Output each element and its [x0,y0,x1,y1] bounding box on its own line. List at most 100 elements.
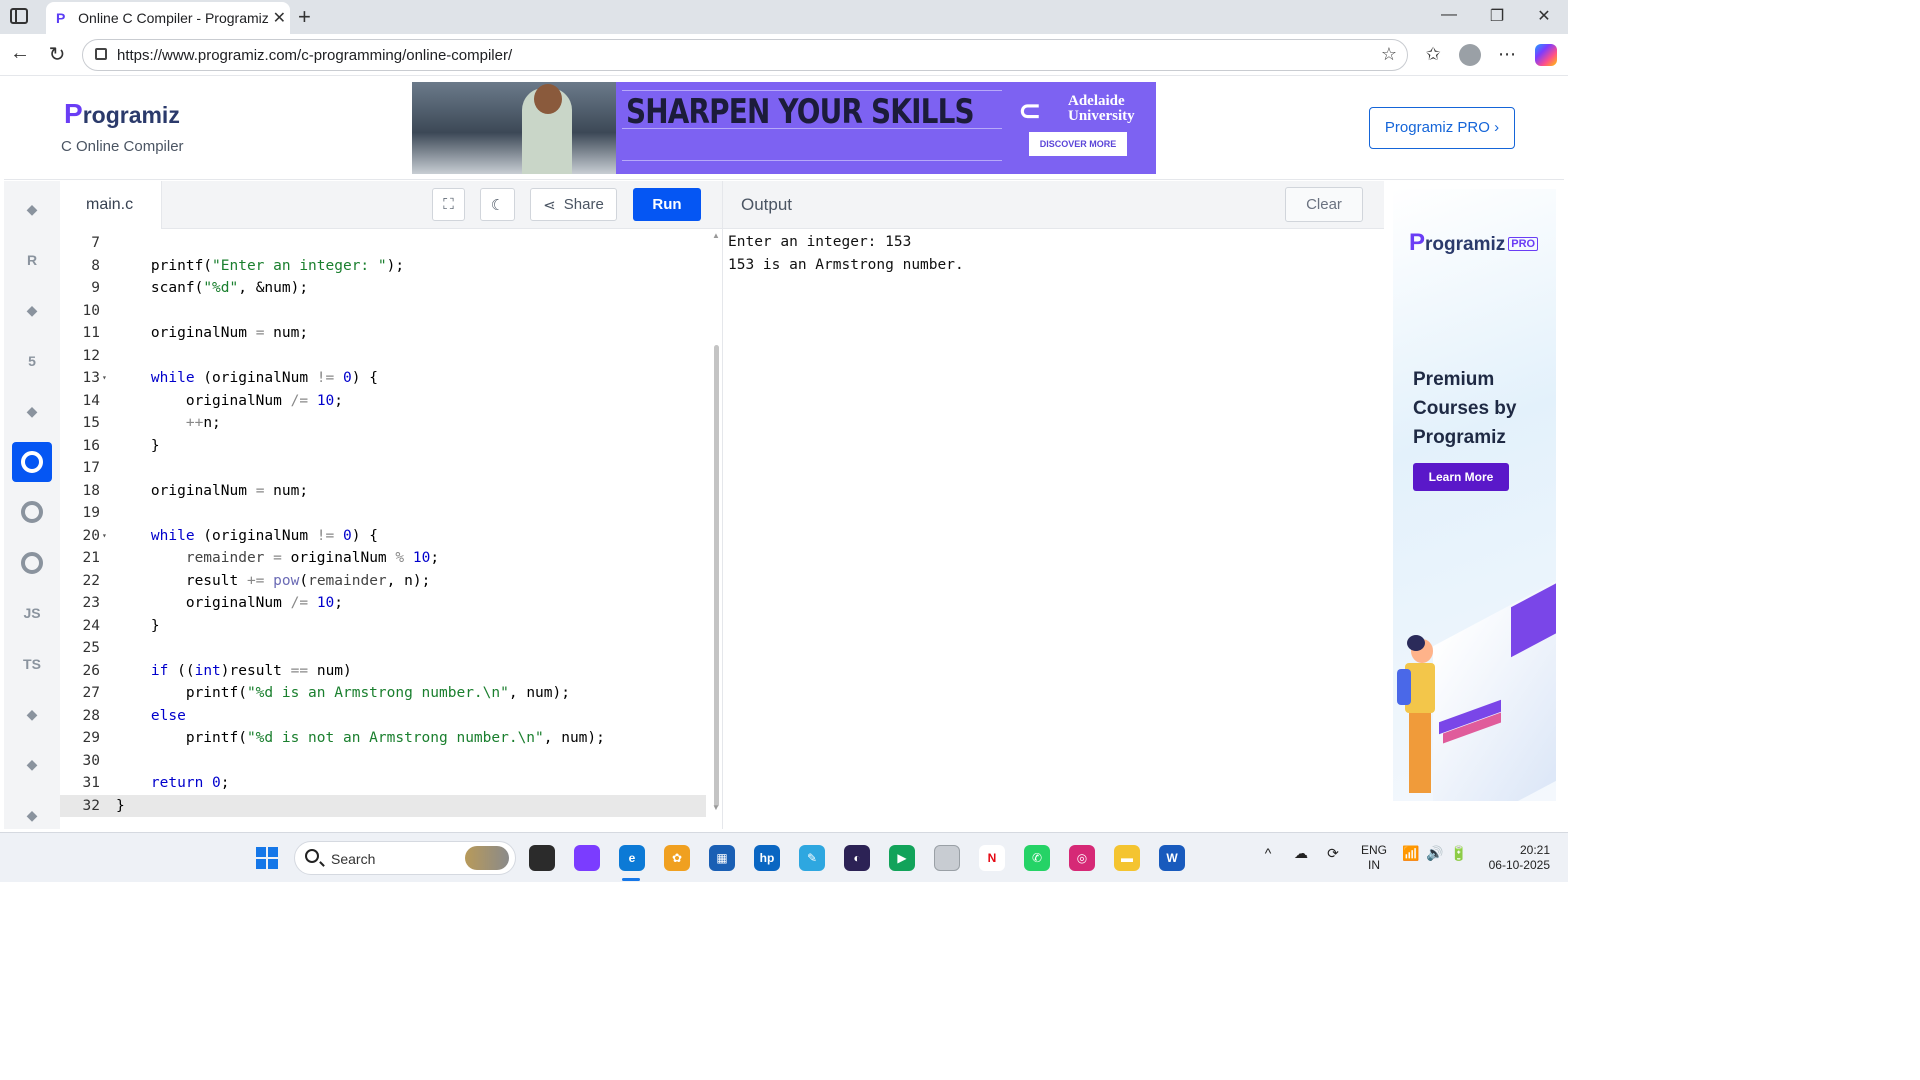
taskbar-file-icon[interactable] [934,845,960,871]
back-icon[interactable]: ← [8,42,32,65]
minimize-icon[interactable]: — [1437,6,1461,24]
taskbar-eclipse-icon[interactable]: ◐ [844,845,870,871]
code-line[interactable]: 24 } [60,615,706,638]
code-line[interactable]: 20 ▾ while (originalNum != 0) { [60,525,706,548]
ad-learn-more-button[interactable]: Learn More [1413,463,1509,491]
ad-banner[interactable]: SHARPEN YOUR SKILLS ⊂ Adelaide Universit… [412,82,1156,174]
share-button[interactable]: ⋖ Share [530,188,617,221]
scroll-up-icon[interactable]: ▲ [712,231,720,240]
programiz-pro-ad[interactable]: Programiz PRO Premium Courses by Programi… [1393,189,1556,801]
refresh-icon[interactable]: ↻ [45,42,69,67]
taskbar-whatsapp-icon[interactable]: ✆ [1024,845,1050,871]
fullscreen-button[interactable]: ⛶ [432,188,465,221]
sidebar-item-html[interactable]: 5 [12,341,52,381]
url-text[interactable]: https://www.programiz.com/c-programming/… [117,47,512,64]
sidebar-item-c[interactable] [12,441,52,482]
scroll-down-icon[interactable]: ▼ [712,803,720,812]
code-line[interactable]: 18 originalNum = num; [60,480,706,503]
code-line[interactable]: 26 if ((int)result == num) [60,660,706,683]
sidebar-item-js[interactable]: JS [12,593,52,633]
sidebar-item-cpp[interactable] [12,492,52,532]
taskbar-meet-icon[interactable]: ▶ [889,845,915,871]
banner-discover-button[interactable]: DISCOVER MORE [1029,132,1127,156]
sync-icon[interactable]: ⟳ [1322,845,1344,862]
code-line[interactable]: 31 return 0; [60,772,706,795]
code-line[interactable]: 7 [60,232,706,255]
taskbar-netflix-icon[interactable]: N [979,845,1005,871]
output-console[interactable]: Enter an integer: 153 153 is an Armstrong… [722,229,1384,829]
sidebar-item-python[interactable]: ◆ [12,189,52,229]
volume-icon[interactable]: 🔊 [1424,845,1446,862]
fold-toggle-icon[interactable]: ▾ [102,367,107,390]
code-line[interactable]: 25 [60,637,706,660]
taskbar-hp-icon[interactable]: hp [754,845,780,871]
editor-scrollbar-thumb[interactable] [714,345,719,807]
code-line[interactable]: 28 else [60,705,706,728]
code-line[interactable]: 10 [60,300,706,323]
windows-start-icon[interactable] [256,847,278,869]
onedrive-icon[interactable]: ☁ [1290,845,1312,862]
tab-close-icon[interactable]: ✕ [269,8,290,28]
taskbar-edge-icon[interactable]: e [619,845,645,871]
code-line[interactable]: 21 remainder = originalNum % 10; [60,547,706,570]
sidebar-item-r[interactable]: R [12,240,52,280]
code-line[interactable]: 16 } [60,435,706,458]
system-clock[interactable]: 20:21 06-10-2025 [1480,843,1550,873]
sidebar-item-sql[interactable]: ◆ [12,290,52,330]
code-line[interactable]: 11 originalNum = num; [60,322,706,345]
restore-icon[interactable]: ❐ [1485,6,1509,26]
programiz-pro-button[interactable]: Programiz PRO › [1369,107,1515,149]
sidebar-item-swift[interactable]: ◆ [12,745,52,785]
code-line[interactable]: 8 printf("Enter an integer: "); [60,255,706,278]
editor-scrollbar[interactable]: ▲ ▼ [712,229,722,829]
taskbar-task-view-icon[interactable] [529,845,555,871]
more-options-icon[interactable]: ⋯ [1495,44,1519,65]
code-line[interactable]: 9 scanf("%d", &num); [60,277,706,300]
favorites-icon[interactable]: ✩ [1421,44,1445,65]
fold-toggle-icon[interactable]: ▾ [102,525,107,548]
code-line[interactable]: 15 ++n; [60,412,706,435]
code-line[interactable]: 23 originalNum /= 10; [60,592,706,615]
file-tab-main-c[interactable]: main.c [60,181,162,229]
window-close-icon[interactable]: ✕ [1532,6,1556,26]
copilot-icon[interactable] [1535,44,1557,66]
taskbar-explorer-icon[interactable]: ▬ [1114,845,1140,871]
taskbar-bing-icon[interactable]: ✎ [799,845,825,871]
code-line[interactable]: 14 originalNum /= 10; [60,390,706,413]
programiz-logo[interactable]: Programiz [64,98,180,130]
taskbar-store-icon[interactable]: ▦ [709,845,735,871]
sidebar-item-go[interactable]: ◆ [12,694,52,734]
code-line[interactable]: 22 result += pow(remainder, n); [60,570,706,593]
code-line[interactable]: 19 [60,502,706,525]
sidebar-item-rust[interactable]: ◆ [12,795,52,835]
taskbar-search[interactable]: Search [294,841,516,875]
theme-toggle-button[interactable]: ☾ [480,188,515,221]
clear-button[interactable]: Clear [1285,187,1363,222]
site-info-icon[interactable] [95,48,107,60]
profile-avatar-icon[interactable] [1459,44,1481,66]
show-hidden-icons-icon[interactable]: ^ [1257,845,1279,861]
sidebar-item-ts[interactable]: TS [12,644,52,684]
taskbar-word-icon[interactable]: W [1159,845,1185,871]
tab-actions-icon[interactable] [10,8,28,24]
new-tab-icon[interactable]: + [298,4,311,30]
code-line[interactable]: 27 printf("%d is an Armstrong number.\n"… [60,682,706,705]
code-line[interactable]: 13 ▾ while (originalNum != 0) { [60,367,706,390]
code-line[interactable]: 17 [60,457,706,480]
code-line[interactable]: 30 [60,750,706,773]
wifi-icon[interactable]: 📶 [1400,845,1422,862]
code-line[interactable]: 29 printf("%d is not an Armstrong number… [60,727,706,750]
code-line[interactable]: 32} [60,794,706,817]
battery-icon[interactable]: 🔋 [1448,845,1470,862]
code-editor[interactable]: 78 printf("Enter an integer: "); 9 scanf(… [60,229,712,829]
browser-tab[interactable]: P Online C Compiler - Programiz ✕ [46,2,290,34]
taskbar-instagram-icon[interactable]: ◎ [1069,845,1095,871]
language-indicator[interactable]: ENG IN [1358,843,1390,873]
run-button[interactable]: Run [633,188,701,221]
code-line[interactable]: 12 [60,345,706,368]
address-bar[interactable]: https://www.programiz.com/c-programming/… [82,39,1408,71]
favorite-star-icon[interactable]: ☆ [1381,44,1397,65]
taskbar-photos-icon[interactable]: ✿ [664,845,690,871]
taskbar-copilot-icon[interactable] [574,845,600,871]
sidebar-item-java[interactable]: ◆ [12,391,52,431]
